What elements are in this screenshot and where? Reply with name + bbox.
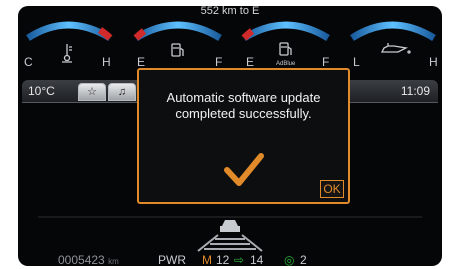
shift-up-arrow-icon: ⇨ xyxy=(234,253,245,266)
coolant-gauge-max-label: H xyxy=(102,55,111,69)
tab-media[interactable]: ♫ xyxy=(108,83,136,101)
star-icon: ☆ xyxy=(87,86,97,98)
eco-icon: ◎ xyxy=(284,253,295,266)
power-mode: PWR xyxy=(158,253,186,266)
coolant-gauge xyxy=(26,21,113,42)
lane-lines xyxy=(197,234,263,252)
adblue-icon xyxy=(279,42,292,56)
dialog-message: Automatic software update completed succ… xyxy=(166,90,321,121)
fuel-gauge xyxy=(133,21,222,42)
tab-favorites[interactable]: ☆ xyxy=(78,83,106,101)
fuel-gauge-min-label: E xyxy=(137,55,146,69)
odometer-unit: km xyxy=(108,257,119,266)
eco-value: 2 xyxy=(300,253,307,266)
outside-temperature: 10°C xyxy=(28,84,55,98)
fuel-pump-icon xyxy=(171,43,184,57)
oil-gauge xyxy=(350,21,436,42)
coolant-temp-icon xyxy=(62,44,72,63)
lane-assist-graphic xyxy=(38,216,422,252)
fuel-range-label: 552 km to E xyxy=(200,6,260,17)
oil-gauge-max-label: H xyxy=(429,55,438,69)
software-update-dialog: Automatic software update completed succ… xyxy=(137,68,350,204)
adblue-gauge xyxy=(241,21,330,42)
oil-gauge-min-label: L xyxy=(353,55,360,69)
clock: 11:09 xyxy=(400,84,430,98)
ok-button[interactable]: OK xyxy=(320,180,344,198)
coolant-gauge-min-label: C xyxy=(24,55,33,69)
fuel-gauge-max-label: F xyxy=(215,55,223,69)
bottom-info-bar: 0005423 km PWR M 12 ⇨ 14 ◎ 2 xyxy=(18,252,442,266)
media-icon: ♫ xyxy=(117,86,127,98)
oil-can-icon xyxy=(380,43,411,54)
instrument-cluster-screen: 552 km to E C H E F E AdBlue F L H 10°C … xyxy=(18,6,442,266)
checkmark-icon xyxy=(224,153,264,186)
adblue-gauge-min-label: E xyxy=(246,55,255,69)
gear-mode: M xyxy=(202,253,212,266)
odometer-value: 0005423 xyxy=(58,253,105,266)
adblue-gauge-max-label: F xyxy=(322,55,330,69)
current-gear: 12 xyxy=(216,253,230,266)
odometer: 0005423 km xyxy=(58,253,119,266)
car-icon xyxy=(220,220,240,232)
recommended-gear: 14 xyxy=(250,253,264,266)
